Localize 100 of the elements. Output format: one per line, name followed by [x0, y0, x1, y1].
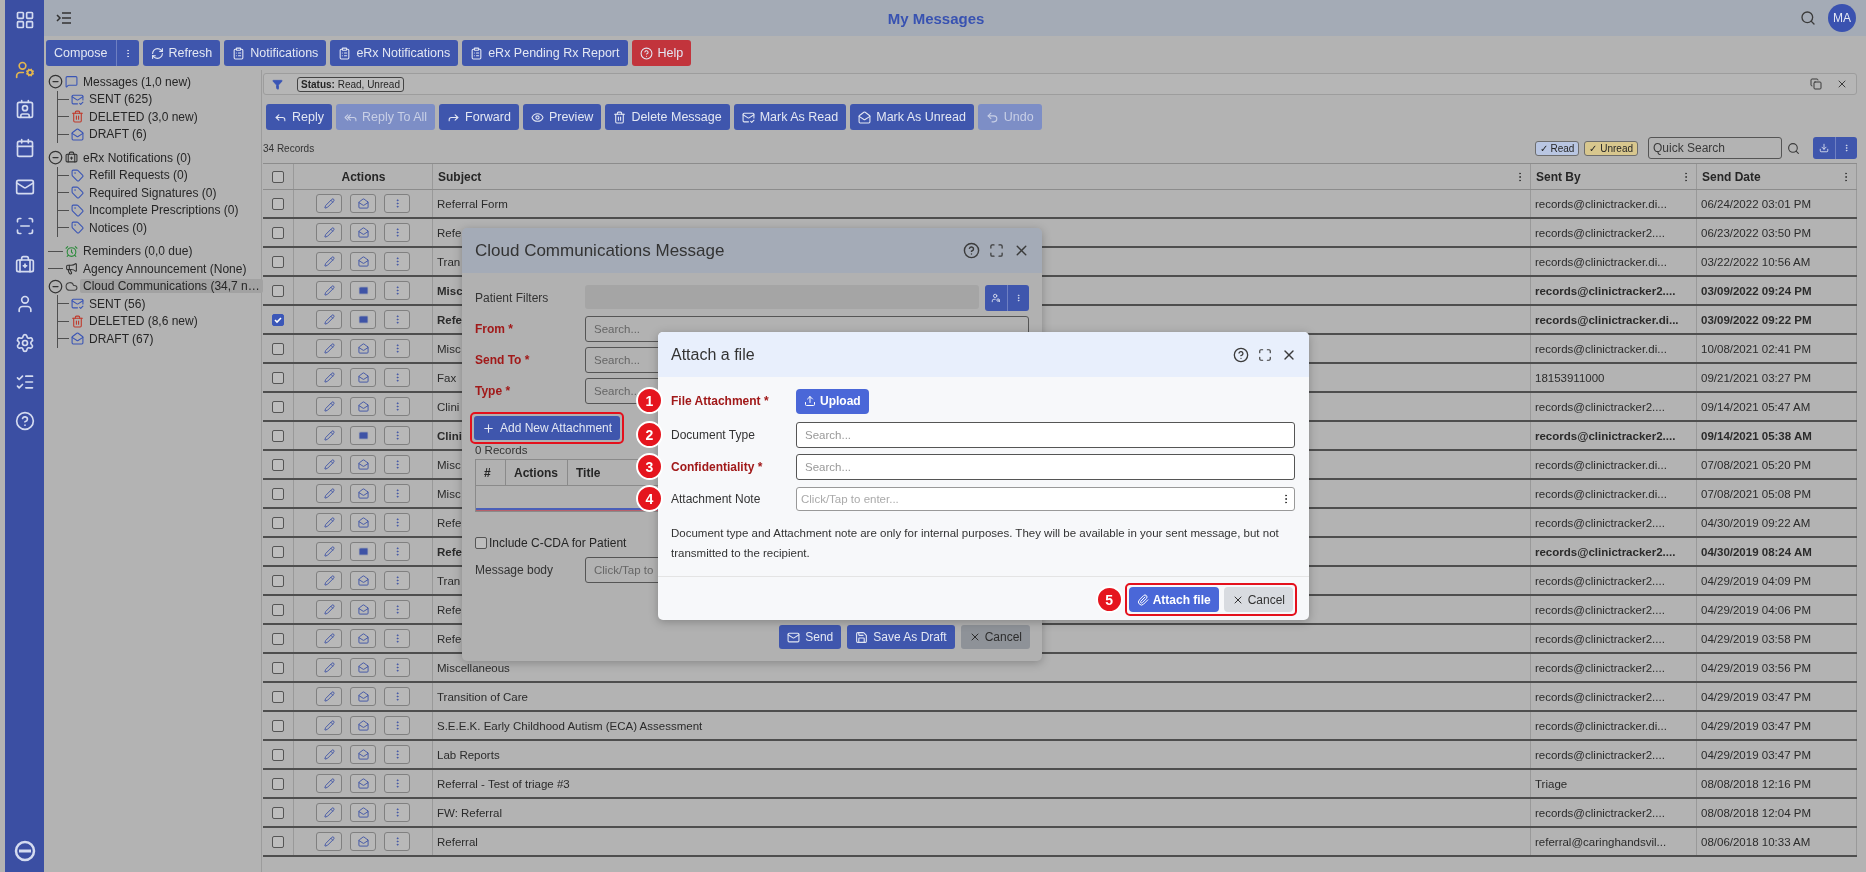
tree-item[interactable]: Cloud Communications (34,7 n… [80, 279, 263, 294]
note-field[interactable]: Click/Tap to enter... [796, 487, 1295, 511]
settings-icon[interactable] [14, 333, 35, 353]
mail-button[interactable] [350, 571, 376, 590]
tree-item[interactable]: Incomplete Prescriptions (0) [86, 203, 242, 218]
edit-button[interactable] [316, 774, 342, 793]
edit-button[interactable] [316, 600, 342, 619]
more-button[interactable] [384, 687, 410, 706]
edit-button[interactable] [316, 368, 342, 387]
mail-button[interactable] [350, 368, 376, 387]
more-button[interactable] [384, 397, 410, 416]
more-button[interactable] [384, 832, 410, 851]
toolbar-button[interactable]: eRx Notifications [330, 40, 459, 66]
toolbar-button[interactable]: Refresh [142, 40, 221, 66]
more-button[interactable] [384, 716, 410, 735]
edit-button[interactable] [316, 455, 342, 474]
calendar-icon[interactable] [14, 138, 35, 158]
checkbox[interactable] [272, 226, 284, 239]
help-icon[interactable] [1233, 346, 1249, 363]
cancel-button[interactable]: Cancel [1223, 587, 1293, 612]
edit-button[interactable] [316, 542, 342, 561]
edit-button[interactable] [316, 252, 342, 271]
user-gear-icon[interactable] [14, 60, 35, 80]
user-avatar[interactable]: MA [1828, 4, 1856, 32]
action-button[interactable]: Mark As Unread [850, 104, 974, 130]
edit-button[interactable] [316, 658, 342, 677]
maximize-icon[interactable] [989, 243, 1004, 258]
more-button[interactable] [384, 339, 410, 358]
close-icon[interactable] [1836, 78, 1848, 90]
tree-item[interactable]: Reminders (0,0 due) [80, 244, 196, 259]
tree-item[interactable]: DELETED (3,0 new) [86, 109, 201, 124]
copy-icon[interactable] [1810, 78, 1822, 90]
edit-button[interactable] [316, 571, 342, 590]
more-button[interactable] [384, 426, 410, 445]
table-row[interactable]: Referral - Test of triage #3 Triage 08/08/2018 12:16 PM [263, 770, 1857, 799]
tree-item[interactable]: Required Signatures (0) [86, 185, 220, 200]
mail-button[interactable] [350, 223, 376, 242]
more-button[interactable] [384, 745, 410, 764]
filter-icon[interactable] [272, 78, 283, 90]
tree-item[interactable]: eRx Notifications (0) [80, 150, 195, 165]
checkbox[interactable] [475, 537, 487, 549]
mail-button[interactable] [350, 600, 376, 619]
menu-collapse-icon[interactable] [56, 11, 72, 25]
legend-chip[interactable]: ✓ Unread [1584, 140, 1638, 156]
edit-button[interactable] [316, 194, 342, 213]
checkbox[interactable] [272, 777, 284, 790]
checkbox[interactable] [272, 690, 284, 703]
checkbox[interactable] [272, 371, 284, 384]
toolbar-button[interactable]: Notifications [224, 40, 327, 66]
mail-button[interactable] [350, 513, 376, 532]
checkbox[interactable] [272, 400, 284, 413]
action-button[interactable]: Forward [439, 104, 519, 130]
checkbox[interactable] [272, 458, 284, 471]
mail-button[interactable] [350, 745, 376, 764]
edit-button[interactable] [316, 629, 342, 648]
checkbox[interactable] [272, 632, 284, 645]
checkbox[interactable] [272, 487, 284, 500]
mail-button[interactable] [350, 397, 376, 416]
upload-button[interactable]: Upload [796, 388, 869, 414]
search-icon[interactable] [1800, 10, 1816, 26]
more-button[interactable] [384, 513, 410, 532]
send-button[interactable]: Send [779, 625, 842, 649]
more-button[interactable] [384, 803, 410, 822]
checkbox[interactable] [272, 197, 284, 210]
mail-button[interactable] [350, 281, 376, 300]
add-attachment-button[interactable]: Add New Attachment [474, 416, 621, 440]
table-row[interactable]: Lab Reports records@clinictracker2.... 04/29/2019 03:47 PM [263, 741, 1857, 770]
more-button[interactable] [384, 542, 410, 561]
edit-button[interactable] [316, 223, 342, 242]
action-button[interactable]: Reply [266, 104, 332, 130]
compose-button[interactable]: Compose [46, 40, 139, 66]
more-button[interactable] [384, 368, 410, 387]
more-button[interactable] [384, 223, 410, 242]
help-button[interactable]: Help [631, 40, 692, 66]
tree-item[interactable]: Notices (0) [86, 220, 150, 235]
patient-search-button[interactable] [985, 284, 1029, 311]
search-field[interactable]: Search... [796, 422, 1295, 448]
checkbox[interactable] [272, 313, 284, 326]
toggle-icon[interactable] [48, 74, 63, 90]
compose-button[interactable]: Compose [46, 40, 117, 66]
contact-card-icon[interactable] [14, 99, 35, 119]
tree-item[interactable]: Messages (1,0 new) [80, 74, 195, 89]
toggle-icon[interactable] [48, 278, 63, 294]
mail-button[interactable] [350, 716, 376, 735]
tree-item[interactable]: SENT (625) [86, 92, 156, 107]
mail-button[interactable] [350, 339, 376, 358]
medical-case-icon[interactable] [14, 255, 35, 275]
more-button[interactable] [384, 774, 410, 793]
toggle-icon[interactable] [48, 150, 63, 166]
column-header[interactable]: Subject [438, 169, 482, 184]
mail-icon[interactable] [14, 177, 35, 197]
mail-button[interactable] [350, 194, 376, 213]
checkbox[interactable] [272, 806, 284, 819]
toolbar-button[interactable]: eRx Pending Rx Report [462, 40, 628, 66]
action-button[interactable]: Delete Message [605, 104, 730, 130]
column-header[interactable]: Sent By [1536, 169, 1581, 184]
maximize-icon[interactable] [1258, 347, 1272, 362]
table-row[interactable]: FW: Referral records@clinictracker2.... 08/08/2018 12:04 PM [263, 799, 1857, 828]
more-button[interactable] [384, 310, 410, 329]
save-draft-button[interactable]: Save As Draft [847, 625, 955, 649]
